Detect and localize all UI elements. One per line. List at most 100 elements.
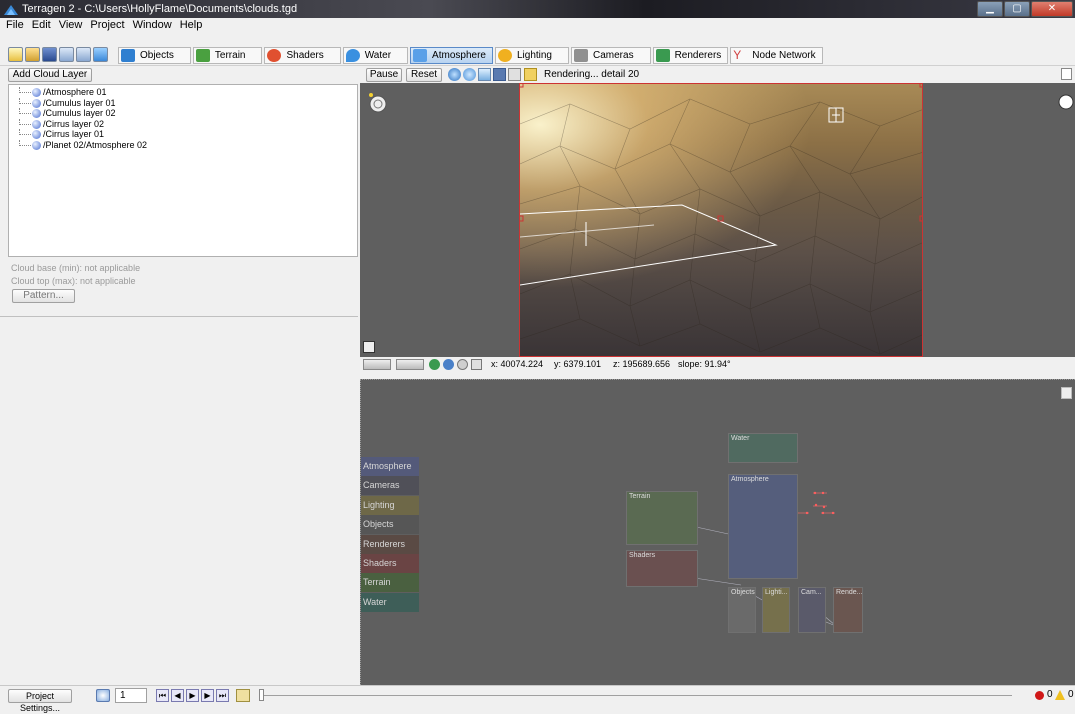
list-item[interactable]: /Cirrus layer 01 [13, 129, 357, 140]
node-shaders[interactable]: Shaders [626, 550, 698, 587]
render-status: Rendering... detail 20 [544, 69, 640, 80]
layout-2-icon[interactable] [76, 47, 91, 62]
sync-icon[interactable] [429, 359, 440, 370]
coord-x: x: 40074.224 [491, 359, 544, 369]
terrain-icon [195, 49, 210, 62]
node-terrain[interactable]: Terrain [626, 491, 698, 545]
zoom-icon[interactable] [363, 341, 375, 353]
last-frame-icon[interactable]: ⏭ [216, 689, 229, 702]
tab-water[interactable]: Water [342, 47, 409, 64]
lighting-icon [497, 49, 512, 62]
menu-file[interactable]: File [6, 18, 24, 33]
shaders-icon [267, 49, 282, 62]
viewport-nav-icon[interactable] [368, 92, 388, 114]
cloud-node-icon [32, 130, 41, 139]
renderers-icon [655, 49, 670, 62]
tab-shaders[interactable]: Shaders [264, 47, 341, 64]
node-water[interactable]: Water [728, 433, 798, 463]
cloud-properties: Cloud base (min): not applicable Cloud t… [0, 259, 358, 317]
tab-terrain[interactable]: Terrain [192, 47, 263, 64]
atmosphere-node-icon [32, 88, 41, 97]
clock-icon[interactable] [96, 689, 110, 702]
sun-icon[interactable] [1057, 93, 1075, 111]
menu-view[interactable]: View [59, 18, 83, 33]
panel-options-icon[interactable] [1061, 387, 1072, 399]
cloud-layer-list: /Atmosphere 01 /Cumulus layer 01 /Cumulu… [8, 84, 358, 257]
first-frame-icon[interactable]: ⏮ [156, 689, 169, 702]
warning-icon [1055, 690, 1065, 700]
save-icon[interactable] [42, 47, 57, 62]
maximize-button[interactable]: ▢ [1004, 1, 1030, 17]
menu-help[interactable]: Help [180, 18, 203, 33]
layout-1-icon[interactable] [59, 47, 74, 62]
target-icon[interactable] [457, 359, 468, 370]
tab-node-network[interactable]: Y Node Network [730, 47, 823, 64]
tab-lighting[interactable]: Lighting [494, 47, 569, 64]
3d-viewport[interactable] [360, 83, 1075, 357]
list-item[interactable]: /Planet 02/Atmosphere 02 [13, 139, 357, 151]
menu-window[interactable]: Window [133, 18, 172, 33]
grid-icon[interactable] [493, 68, 506, 81]
pattern-button[interactable]: Pattern... [12, 289, 75, 303]
coord-slope: slope: 91.94° [678, 359, 731, 369]
coord-z: z: 195689.656 [613, 359, 671, 369]
pause-button[interactable]: Pause [366, 68, 402, 82]
node-network-panel[interactable]: Atmosphere Cameras Lighting Objects Rend… [360, 379, 1075, 685]
tab-atmosphere[interactable]: Atmosphere [410, 47, 493, 64]
node-cameras[interactable]: Cam... [798, 587, 826, 633]
lock-icon[interactable] [524, 68, 537, 81]
viewport-toolbar: Pause Reset Rendering... detail 20 [360, 67, 1075, 83]
camera-tools-icon[interactable] [363, 359, 391, 370]
prev-frame-icon[interactable]: ◀ [171, 689, 184, 702]
list-item[interactable]: /Cumulus layer 01 [13, 97, 357, 109]
globe-icon[interactable] [443, 359, 454, 370]
atmosphere-node-icon [32, 140, 41, 150]
play-icon[interactable]: ▶ [186, 689, 199, 702]
objects-icon [121, 49, 135, 62]
node-atmosphere[interactable]: Atmosphere [728, 474, 798, 579]
render-mode-icon[interactable] [448, 68, 461, 81]
sky-mode-icon[interactable] [478, 68, 491, 81]
viewport-options-icon[interactable] [1061, 68, 1072, 80]
cube-icon[interactable] [93, 47, 108, 62]
menu-project[interactable]: Project [90, 18, 124, 33]
title-bar: Terragen 2 - C:\Users\HollyFlame\Documen… [0, 0, 1075, 18]
reset-button[interactable]: Reset [406, 68, 442, 82]
list-item[interactable]: /Atmosphere 01 [13, 87, 357, 98]
tab-objects[interactable]: Objects [118, 47, 191, 64]
brush-icon[interactable] [508, 68, 521, 81]
status-bar: Project Settings... 1 ⏮ ◀ ▶ ▶ ⏭ 0 0 [0, 685, 1075, 713]
fps-icon[interactable] [236, 689, 250, 702]
camera-options-icon[interactable] [396, 359, 424, 370]
error-icon [1035, 691, 1044, 700]
coordinates-bar: x: 40074.224 y: 6379.101 z: 195689.656 s… [360, 357, 1075, 372]
add-cloud-layer-button[interactable]: Add Cloud Layer ▸ [8, 68, 92, 92]
tab-cameras[interactable]: Cameras [571, 47, 651, 64]
atmosphere-icon [413, 49, 428, 62]
pen-icon[interactable] [471, 359, 482, 370]
menu-edit[interactable]: Edit [32, 18, 51, 33]
open-folder-icon[interactable] [25, 47, 40, 62]
project-settings-button[interactable]: Project Settings... [8, 689, 72, 713]
timeline-slider[interactable] [260, 695, 1012, 696]
minimize-button[interactable]: ▁ [977, 1, 1003, 17]
warning-count: 0 [1068, 689, 1074, 700]
playback-controls[interactable]: ⏮ ◀ ▶ ▶ ⏭ [156, 689, 232, 702]
terragen-app-icon [4, 5, 18, 15]
new-file-icon[interactable] [8, 47, 23, 62]
node-renderers[interactable]: Rende... [833, 587, 863, 633]
render-preview-image [520, 84, 922, 355]
next-frame-icon[interactable]: ▶ [201, 689, 214, 702]
timeline-handle[interactable] [259, 689, 264, 701]
list-item[interactable]: /Cumulus layer 02 [13, 108, 357, 119]
tab-renderers[interactable]: Renderers [652, 47, 729, 64]
frame-input[interactable]: 1 [115, 688, 147, 703]
render-preview[interactable] [519, 83, 923, 357]
node-lighting[interactable]: Lighti... [762, 587, 790, 633]
preview-mode-icon[interactable] [463, 68, 476, 81]
node-network-icon: Y [733, 48, 742, 62]
close-button[interactable]: ✕ [1031, 1, 1073, 17]
list-item[interactable]: /Cirrus layer 02 [13, 118, 357, 130]
cloud-base-label: Cloud base (min): not applicable [11, 263, 141, 273]
node-objects[interactable]: Objects [728, 587, 756, 633]
